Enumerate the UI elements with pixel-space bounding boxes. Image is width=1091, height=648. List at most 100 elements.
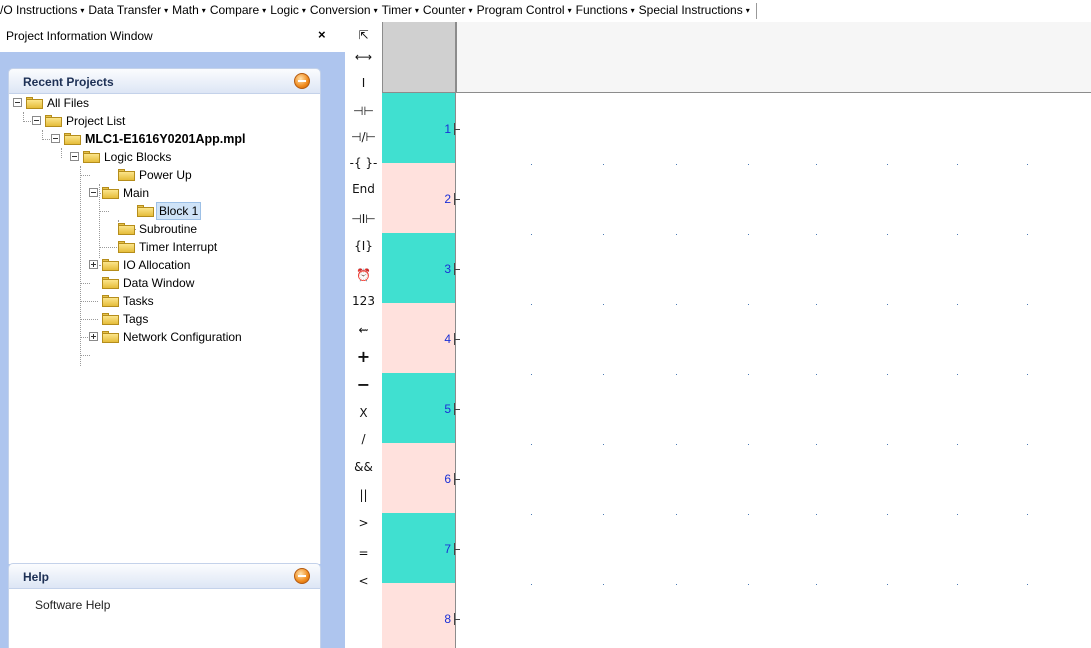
menu-item[interactable]: Counter ▾	[420, 0, 477, 22]
expand-node-icon[interactable]	[89, 332, 98, 341]
ladder-editor[interactable]: 1 2 3 4 5 6 7 8	[382, 22, 1091, 648]
vertical-wire-tool-icon[interactable]: I	[345, 70, 382, 96]
rung-header[interactable]: 6	[382, 443, 460, 513]
collapse-node-icon[interactable]	[32, 116, 41, 125]
grid-dot	[816, 374, 817, 375]
menu-item[interactable]: Data Transfer ▾	[85, 0, 172, 22]
grid-dot	[887, 304, 888, 305]
menu-item-label: Functions	[575, 3, 628, 17]
grid-dot	[748, 164, 749, 165]
rung-header[interactable]: 3	[382, 233, 460, 303]
menu-item[interactable]: Functions ▾	[573, 0, 639, 22]
counter-tool[interactable]: 123	[345, 288, 382, 314]
ladder-toolbar: ⇱ ⟷ I ⊣⊢ ⊣/⊢ -{ }- End ⊣I⊢ {I} ⏰ 123 ⇜ + − X / && || > = <	[345, 22, 382, 648]
multiply-tool[interactable]: X	[345, 400, 382, 426]
help-body: Software Help	[8, 589, 321, 648]
add-tool[interactable]: +	[345, 344, 382, 370]
corner-header	[382, 22, 456, 93]
no-contact-tool-icon[interactable]: ⊣⊢	[345, 98, 382, 124]
recent-projects-header[interactable]: Recent Projects	[8, 68, 321, 94]
subtract-tool[interactable]: −	[345, 372, 382, 398]
collapse-node-icon[interactable]	[89, 188, 98, 197]
grid-dot	[676, 444, 677, 445]
collapse-node-icon[interactable]	[51, 134, 60, 143]
rung-number: 4	[444, 332, 451, 346]
folder-icon	[102, 187, 119, 199]
menu-item-label: Data Transfer	[88, 3, 162, 17]
folder-icon	[102, 313, 119, 325]
menu-item[interactable]: Math ▾	[169, 0, 210, 22]
less-than-tool[interactable]: <	[345, 568, 382, 594]
grid-dot	[531, 514, 532, 515]
positive-transition-contact-icon[interactable]: ⊣I⊢	[345, 206, 382, 232]
rung-header[interactable]: 2	[382, 163, 460, 233]
collapse-node-icon[interactable]	[13, 98, 22, 107]
rung-header[interactable]: 5	[382, 373, 460, 443]
grid-dot	[676, 234, 677, 235]
rung-header[interactable]: 7	[382, 513, 460, 583]
grid-dot	[1027, 234, 1028, 235]
rung-header[interactable]: 8	[382, 583, 460, 648]
rung-header[interactable]: 4	[382, 303, 460, 373]
help-title: Help	[23, 570, 50, 584]
rung-connector	[455, 549, 460, 550]
collapse-icon[interactable]	[294, 568, 310, 584]
menu-item-label: Compare	[209, 3, 260, 17]
grid-dot	[676, 164, 677, 165]
software-help-link[interactable]: Software Help	[35, 598, 110, 612]
greater-than-tool[interactable]: >	[345, 510, 382, 536]
dropdown-arrow-icon: ▾	[201, 6, 206, 15]
grid-dot	[957, 164, 958, 165]
horizontal-wire-tool-icon[interactable]: ⟷	[345, 44, 382, 70]
grid-dot	[816, 444, 817, 445]
dropdown-arrow-icon: ▾	[414, 6, 419, 15]
folder-icon	[102, 277, 119, 289]
or-tool[interactable]: ||	[345, 482, 382, 508]
menu-item[interactable]: Conversion ▾	[307, 0, 382, 22]
menu-item[interactable]: /O Instructions ▾	[0, 0, 88, 22]
expand-node-icon[interactable]	[89, 260, 98, 269]
grid-dot	[531, 164, 532, 165]
rung-header[interactable]: 1	[382, 93, 460, 163]
grid-dot	[816, 584, 817, 585]
grid-dot	[603, 444, 604, 445]
grid-dot	[603, 584, 604, 585]
menu-item[interactable]: Program Control ▾	[474, 0, 576, 22]
end-tool[interactable]: End	[345, 176, 382, 202]
collapse-node-icon[interactable]	[70, 152, 79, 161]
grid-dot	[1027, 584, 1028, 585]
divide-tool[interactable]: /	[345, 426, 382, 452]
grid-dot	[748, 234, 749, 235]
grid-dot	[676, 304, 677, 305]
menu-item-label: Counter	[422, 3, 466, 17]
and-tool[interactable]: &&	[345, 454, 382, 480]
grid-dot	[887, 164, 888, 165]
grid-dot	[676, 514, 677, 515]
grid-dot	[748, 374, 749, 375]
menu-item-label: Conversion	[309, 3, 371, 17]
folder-icon	[102, 259, 119, 271]
grid-dot	[887, 584, 888, 585]
timer-tool-icon[interactable]: ⏰	[345, 262, 382, 288]
grid-dot	[603, 374, 604, 375]
grid-dot	[603, 304, 604, 305]
menu-item-label: Math	[172, 3, 199, 17]
menu-item[interactable]: Compare ▾	[207, 0, 270, 22]
special-coil-tool-icon[interactable]: {I}	[345, 233, 382, 259]
equal-tool[interactable]: =	[345, 540, 382, 566]
column-header	[456, 22, 1091, 93]
close-icon[interactable]: ×	[318, 27, 326, 42]
grid-dot	[531, 374, 532, 375]
help-header[interactable]: Help	[8, 563, 321, 589]
menu-item[interactable]: Logic ▾	[267, 0, 310, 22]
nc-contact-tool-icon[interactable]: ⊣/⊢	[345, 124, 382, 150]
folder-icon	[45, 115, 62, 127]
menu-item[interactable]: Timer ▾	[379, 0, 423, 22]
collapse-icon[interactable]	[294, 73, 310, 89]
rung-number: 7	[444, 542, 451, 556]
grid-dot	[816, 234, 817, 235]
menu-item[interactable]: Special Instructions ▾	[636, 0, 754, 22]
coil-tool-icon[interactable]: -{ }-	[345, 150, 382, 176]
grid-dot	[531, 584, 532, 585]
move-tool-icon[interactable]: ⇜	[345, 317, 382, 343]
